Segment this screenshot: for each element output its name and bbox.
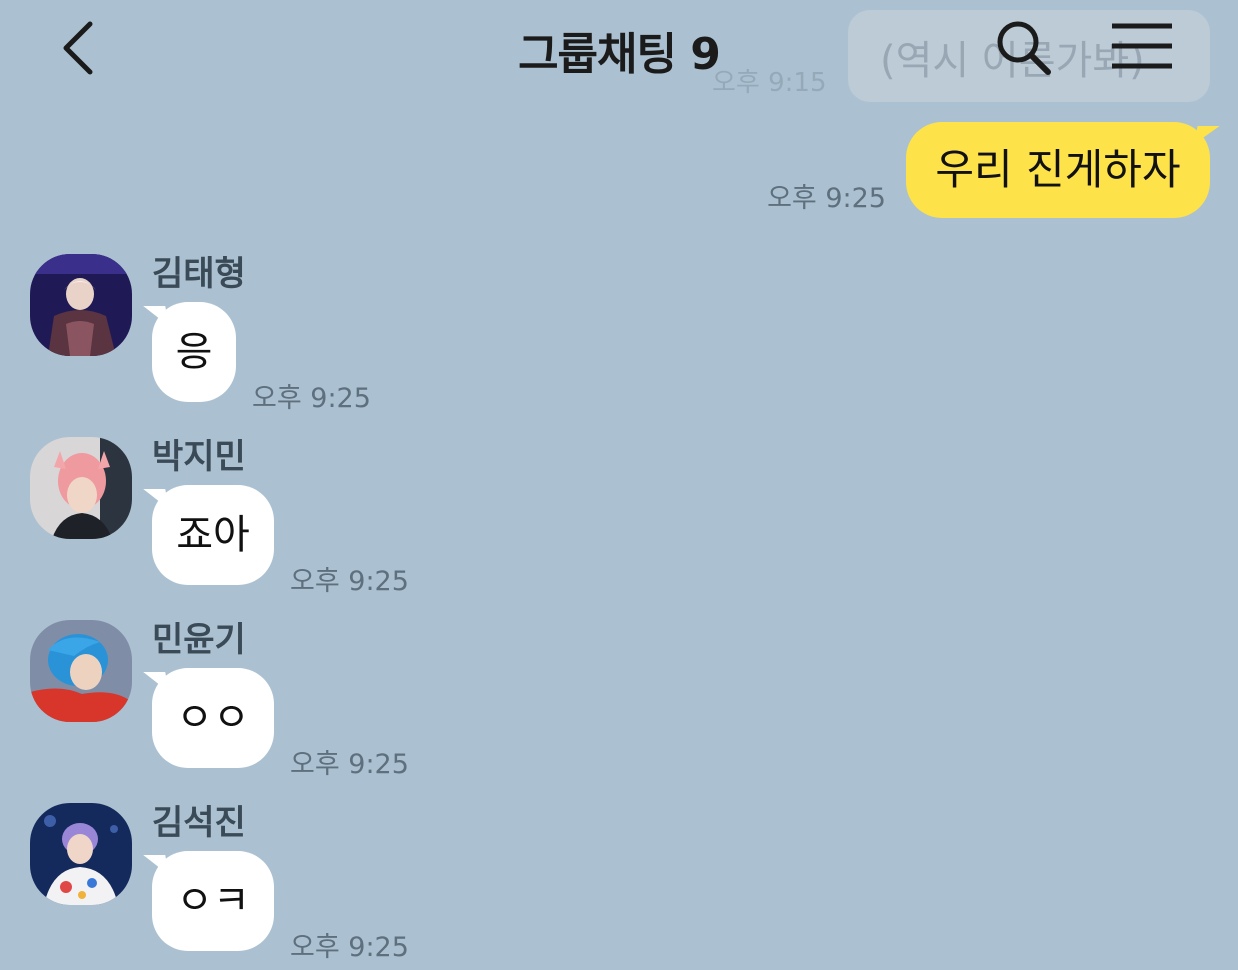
message-bubble[interactable]: ㅇㅋ: [152, 851, 274, 951]
search-icon: [997, 21, 1051, 75]
message-row: 박지민 죠아 오후 9:25: [0, 437, 1238, 607]
chat-header: (역시 어른가봐) 오후 9:15 그룹채팅 9: [0, 0, 1238, 102]
message-time: 오후 9:25: [290, 566, 409, 597]
message-row: 민윤기 ㅇㅇ 오후 9:25: [0, 620, 1238, 790]
message-bubble[interactable]: 죠아: [152, 485, 274, 585]
avatar[interactable]: [30, 254, 132, 356]
message-time: 오후 9:25: [290, 749, 409, 780]
message-time: 오후 9:25: [252, 383, 371, 414]
sender-name: 박지민: [152, 437, 246, 477]
message-row: 김석진 ㅇㅋ 오후 9:25: [0, 803, 1238, 970]
message-bubble[interactable]: 응: [152, 302, 236, 402]
avatar[interactable]: [30, 803, 132, 905]
my-message-bubble[interactable]: 우리 진게하자: [906, 122, 1210, 218]
my-message-row: 우리 진게하자 오후 9:25: [310, 122, 1220, 218]
sender-name: 김석진: [152, 803, 246, 843]
avatar[interactable]: [30, 620, 132, 722]
message-bubble[interactable]: ㅇㅇ: [152, 668, 274, 768]
menu-button[interactable]: [1110, 22, 1174, 70]
avatar[interactable]: [30, 437, 132, 539]
message-time: 오후 9:25: [290, 932, 409, 963]
message-row: 김태형 응 오후 9:25: [0, 254, 1238, 424]
search-button[interactable]: [994, 18, 1054, 78]
hamburger-menu-icon: [1112, 23, 1172, 69]
my-message-time: 오후 9:25: [767, 183, 886, 214]
sender-name: 김태형: [152, 254, 246, 294]
chat-screen: (역시 어른가봐) 오후 9:15 그룹채팅 9 우리 진게하자 오후 9:25…: [0, 0, 1238, 970]
sender-name: 민윤기: [152, 620, 246, 660]
